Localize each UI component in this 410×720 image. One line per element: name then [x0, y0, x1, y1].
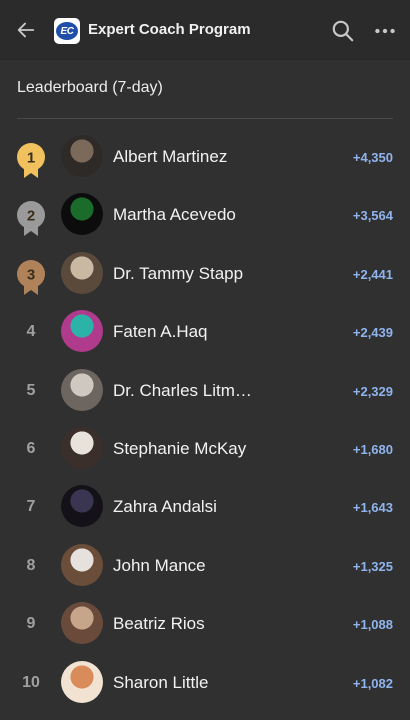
rank-number: 3 [27, 267, 35, 284]
rank-number: 4 [26, 323, 36, 340]
points-value: +2,439 [352, 325, 393, 340]
points-value: +1,680 [352, 442, 393, 457]
leaderboard-row[interactable]: 9 Beatriz Rios +1,088 [0, 595, 410, 653]
medal-icon: 2 [17, 201, 45, 236]
user-name: Faten A.Haq [113, 322, 208, 341]
avatar[interactable] [61, 252, 103, 294]
points-value: +3,564 [352, 208, 393, 223]
avatar[interactable] [61, 310, 103, 352]
leaderboard-row[interactable]: 2 Martha Acevedo +3,564 [0, 186, 410, 244]
avatar[interactable] [61, 369, 103, 411]
leaderboard-row[interactable]: 4 Faten A.Haq +2,439 [0, 303, 410, 361]
user-name: Albert Martinez [113, 147, 228, 166]
rank-number: 1 [27, 150, 35, 167]
points-value: +1,325 [352, 559, 393, 574]
rank-number: 8 [26, 557, 36, 574]
rank-number: 10 [22, 674, 40, 691]
user-name: John Mance [113, 556, 206, 575]
leaderboard-row[interactable]: 1 Albert Martinez +4,350 [0, 128, 410, 186]
avatar[interactable] [61, 544, 103, 586]
divider [17, 118, 393, 119]
rank-number: 2 [27, 208, 35, 225]
points-value: +2,441 [352, 267, 393, 282]
more-horizontal-icon [375, 28, 395, 34]
rank-number: 5 [26, 382, 36, 399]
points-value: +4,350 [352, 150, 393, 165]
leaderboard-row[interactable]: 8 John Mance +1,325 [0, 537, 410, 595]
leaderboard-row[interactable]: 5 Dr. Charles Litm… +2,329 [0, 362, 410, 420]
back-button[interactable] [12, 16, 40, 44]
points-value: +2,329 [352, 384, 393, 399]
app-bar: EC Expert Coach Program [0, 0, 410, 60]
user-name: Sharon Little [113, 673, 209, 692]
search-button[interactable] [330, 18, 356, 44]
user-name: Martha Acevedo [113, 205, 236, 224]
user-name: Dr. Charles Litm… [113, 381, 252, 400]
leaderboard-title: Leaderboard (7-day) [17, 79, 163, 96]
user-name: Beatriz Rios [113, 614, 205, 633]
leaderboard-row[interactable]: 3 Dr. Tammy Stapp +2,441 [0, 245, 410, 303]
leaderboard-row[interactable]: 6 Stephanie McKay +1,680 [0, 420, 410, 478]
avatar[interactable] [61, 193, 103, 235]
app-logo: EC [54, 18, 80, 44]
avatar[interactable] [61, 602, 103, 644]
rank-number: 6 [26, 440, 36, 457]
medal-icon: 1 [17, 143, 45, 178]
points-value: +1,643 [352, 500, 393, 515]
user-name: Stephanie McKay [113, 439, 247, 458]
arrow-left-icon [17, 22, 35, 38]
user-name: Dr. Tammy Stapp [113, 264, 244, 283]
medal-icon: 3 [17, 260, 45, 295]
rank-number: 7 [26, 498, 36, 515]
logo-text: EC [56, 22, 78, 40]
user-name: Zahra Andalsi [113, 497, 217, 516]
avatar[interactable] [61, 135, 103, 177]
avatar[interactable] [61, 485, 103, 527]
avatar[interactable] [61, 427, 103, 469]
points-value: +1,088 [352, 617, 393, 632]
search-icon [332, 20, 354, 42]
rank-number: 9 [26, 615, 36, 632]
leaderboard-row[interactable]: 10 Sharon Little +1,082 [0, 654, 410, 712]
points-value: +1,082 [352, 676, 393, 691]
avatar[interactable] [61, 661, 103, 703]
more-options-button[interactable] [372, 18, 398, 44]
app-title: Expert Coach Program [88, 21, 251, 38]
leaderboard-row[interactable]: 7 Zahra Andalsi +1,643 [0, 478, 410, 536]
